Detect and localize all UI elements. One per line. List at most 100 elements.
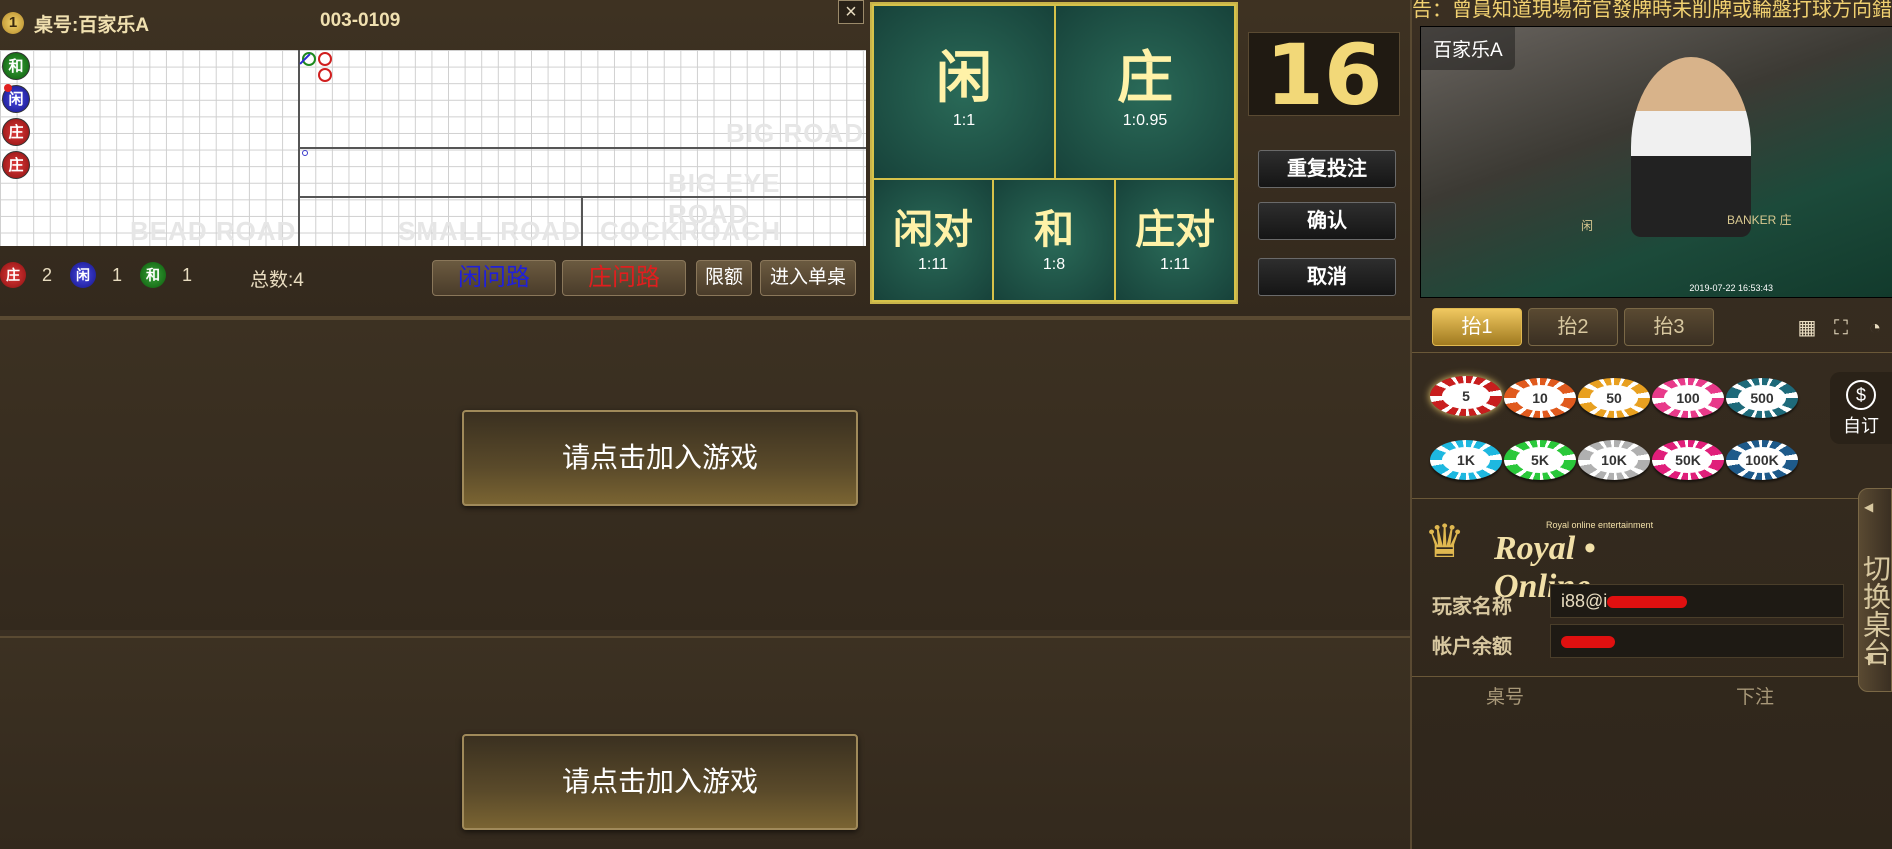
repeat-bet-button[interactable]: 重复投注	[1258, 150, 1396, 188]
chip-label: 500	[1738, 385, 1786, 411]
banker-count: 2	[42, 265, 53, 285]
chip-label: 1K	[1442, 447, 1490, 473]
small-road-label: SMALL ROAD	[398, 216, 581, 246]
video-timestamp: 2019-07-22 16:53:43	[1689, 283, 1773, 293]
banker-ask-button[interactable]: 庄问路	[562, 260, 686, 296]
divider	[1412, 498, 1892, 499]
chip-500[interactable]: 500	[1726, 378, 1798, 418]
redaction-mark	[1561, 636, 1615, 649]
countdown-timer: 16	[1248, 32, 1400, 117]
bet-player-label: 闲	[936, 46, 992, 109]
tie-count-chip: 和	[140, 262, 166, 288]
chip-100k[interactable]: 100K	[1726, 440, 1798, 480]
big-road-label: BIG ROAD	[726, 118, 864, 148]
close-button[interactable]: ×	[838, 0, 864, 24]
pair-dot	[4, 84, 12, 92]
video-player-zone: 闲	[1581, 219, 1594, 233]
chip-label: 5	[1442, 383, 1490, 409]
list-col-table: 桌号	[1486, 687, 1525, 708]
big-road-ring	[318, 52, 332, 66]
bead-tie: 和	[2, 52, 30, 80]
bead-banker: 庄	[2, 118, 30, 146]
join-panel-1: 请点击加入游戏	[0, 318, 1410, 630]
divider	[1412, 352, 1892, 353]
limit-button[interactable]: 限额	[696, 260, 752, 296]
cancel-button[interactable]: 取消	[1258, 258, 1396, 296]
balance-field	[1550, 624, 1844, 658]
big-eye-ring	[302, 150, 308, 156]
chip-5k[interactable]: 5K	[1504, 440, 1576, 480]
player-count-chip: 闲	[70, 262, 96, 288]
bet-player-pair-label: 闲对	[893, 208, 973, 252]
chip-100[interactable]: 100	[1652, 378, 1724, 418]
bet-board: 闲 1:1 庄 1:0.95 闲对 1:11 和 1:8 庄对 1:11	[870, 2, 1238, 304]
chip-label: 100	[1664, 385, 1712, 411]
crown-icon: ♛	[1424, 515, 1466, 567]
table-panel: 1 桌号:百家乐A 003-0109 × 和 闲 庄 庄 BEAD ROAD B…	[0, 0, 1410, 318]
fullscreen-icon[interactable]: ⛶	[1828, 316, 1854, 340]
right-column: 告：曾員知道現場荷官發牌時未削牌或輪盤打球方向錯 闲 BANKER 庄 2019…	[1410, 0, 1892, 849]
player-name-label: 玩家名称	[1432, 596, 1512, 618]
bet-player-pair[interactable]: 闲对 1:11	[872, 178, 994, 302]
chip-label: 50	[1590, 385, 1638, 411]
divider	[1412, 676, 1892, 677]
tab-table-1[interactable]: 抬1	[1432, 308, 1522, 346]
total-count: 总数:4	[250, 270, 304, 291]
chip-10[interactable]: 10	[1504, 378, 1576, 418]
confirm-button[interactable]: 确认	[1258, 202, 1396, 240]
player-name-value: i88@i	[1561, 591, 1608, 611]
bet-banker-odds: 1:0.95	[1122, 112, 1168, 129]
live-video[interactable]: 闲 BANKER 庄 2019-07-22 16:53:43 百家乐A	[1420, 26, 1892, 298]
road-divider	[581, 196, 583, 246]
bead-banker: 庄	[2, 151, 30, 179]
join-game-button[interactable]: 请点击加入游戏	[462, 410, 858, 506]
camera-icon[interactable]: ▦	[1794, 316, 1820, 340]
chip-label: 100K	[1738, 447, 1786, 473]
dollar-icon: $	[1846, 380, 1876, 410]
chip-50[interactable]: 50	[1578, 378, 1650, 418]
royal-online-logo: ♛ Royal online entertainment Royal • Onl…	[1422, 508, 1682, 605]
table-number-badge: 1	[2, 12, 24, 34]
roadmap: 和 闲 庄 庄 BEAD ROAD BIG ROAD BIG EYE ROAD …	[0, 50, 866, 246]
bet-player[interactable]: 闲 1:1	[872, 4, 1056, 180]
chip-5[interactable]: 5	[1430, 376, 1502, 416]
bet-player-pair-odds: 1:11	[918, 256, 948, 273]
chip-label: 50K	[1664, 447, 1712, 473]
bet-banker-pair-odds: 1:11	[1160, 256, 1190, 273]
chip-10k[interactable]: 10K	[1578, 440, 1650, 480]
chip-50k[interactable]: 50K	[1652, 440, 1724, 480]
bead-road-label: BEAD ROAD	[130, 216, 297, 246]
cockroach-road-label: COCKROACH ROAD	[600, 216, 781, 246]
bet-banker[interactable]: 庄 1:0.95	[1054, 4, 1236, 180]
big-road-ring	[318, 68, 332, 82]
custom-chip-button[interactable]: $ 自订	[1830, 372, 1892, 444]
player-count: 1	[112, 265, 123, 285]
bet-banker-label: 庄	[1117, 46, 1173, 109]
tab-table-3[interactable]: 抬3	[1624, 308, 1714, 346]
chip-label: 10K	[1590, 447, 1638, 473]
join-panel-2: 请点击加入游戏	[0, 636, 1410, 849]
announcement-ticker: 告：曾員知道現場荷官發牌時未削牌或輪盤打球方向錯	[1412, 0, 1892, 21]
redaction-mark	[1607, 596, 1688, 609]
bet-tie-odds: 1:8	[1042, 256, 1066, 273]
dealer-image	[1631, 57, 1751, 237]
list-col-bet: 下注	[1736, 687, 1775, 708]
custom-chip-label: 自订	[1843, 416, 1879, 436]
player-name-field: i88@i	[1550, 584, 1844, 618]
table-name: 桌号:百家乐A	[34, 15, 150, 36]
enter-single-table-button[interactable]: 进入单桌	[760, 260, 856, 296]
signal-icon[interactable]: ◔	[1862, 316, 1888, 340]
tab-table-2[interactable]: 抬2	[1528, 308, 1618, 346]
table-header: 1 桌号:百家乐A 003-0109	[0, 0, 870, 44]
banker-count-chip: 庄	[0, 262, 26, 288]
table-tabs: 抬1 抬2 抬3 ▦ ⛶ ◔	[1412, 308, 1892, 348]
chip-1k[interactable]: 1K	[1430, 440, 1502, 480]
logo-subtitle: Royal online entertainment	[1546, 520, 1654, 530]
bet-banker-pair-label: 庄对	[1135, 208, 1215, 252]
bet-tie-label: 和	[1034, 208, 1074, 252]
join-game-button[interactable]: 请点击加入游戏	[462, 734, 858, 830]
bet-tie[interactable]: 和 1:8	[992, 178, 1116, 302]
game-id: 003-0109	[320, 10, 401, 31]
player-ask-button[interactable]: 闲问路	[432, 260, 556, 296]
bet-banker-pair[interactable]: 庄对 1:11	[1114, 178, 1236, 302]
